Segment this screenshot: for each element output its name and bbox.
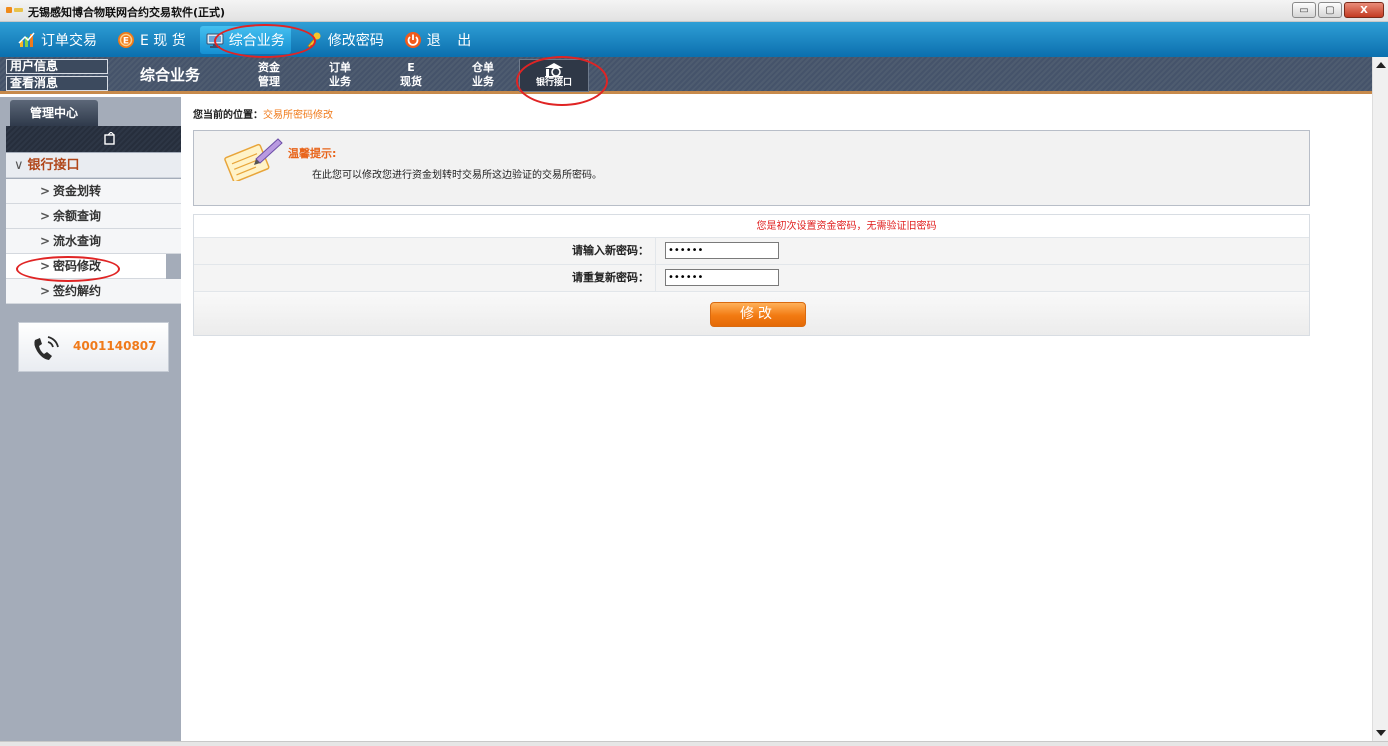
menu-item-label: 修改密码: [327, 32, 384, 49]
sidebar-toolbar: [6, 126, 181, 152]
sidebar-list: > 资金划转 > 余额查询 > 流水查询 > 密码修改 > 签约解约: [6, 179, 181, 304]
menu-item-label: 订单交易: [41, 32, 97, 49]
sidebar-group-label: 银行接口: [27, 158, 80, 173]
minimize-button[interactable]: ▭: [1292, 2, 1316, 18]
sidebar-item-label: 流水查询: [53, 234, 102, 248]
subnav-e-spot[interactable]: E 现货: [376, 61, 446, 91]
chevron-right-icon: >: [40, 284, 51, 298]
bottom-border: [0, 741, 1388, 746]
chevron-right-icon: >: [40, 259, 51, 273]
subnav-label-line1: 仓单: [472, 61, 494, 74]
tip-box: 温馨提示: 在此您可以修改您进行资金划转时交易所这边验证的交易所密码。: [193, 130, 1310, 206]
modify-button[interactable]: 修改: [710, 302, 806, 327]
monitor-icon: [206, 31, 224, 49]
subnav-label-line1: 订单: [329, 61, 351, 74]
menu-item-label: 综合业务: [228, 32, 285, 49]
collapse-icon[interactable]: [104, 132, 116, 145]
sidebar-item-label: 密码修改: [53, 259, 102, 273]
chevron-down-icon: ∨: [14, 158, 24, 173]
subnav-label-line2: 业务: [329, 75, 351, 88]
menu-item-order-trading[interactable]: 订单交易: [12, 26, 103, 54]
maximize-button[interactable]: ▢: [1318, 2, 1342, 18]
sidebar-item-password-change[interactable]: > 密码修改: [6, 254, 166, 279]
bank-icon: [545, 63, 563, 78]
subnav-label-line2: 现货: [400, 75, 422, 88]
close-button[interactable]: X: [1344, 2, 1384, 18]
sidebar-item-fund-transfer[interactable]: > 资金划转: [6, 179, 181, 204]
first-time-notice: 您是初次设置资金密码，无需验证旧密码: [194, 215, 1309, 238]
menu-item-change-password[interactable]: 修改密码: [299, 26, 390, 54]
chevron-right-icon: >: [40, 234, 51, 248]
subnav-order-business[interactable]: 订单 业务: [305, 61, 375, 91]
sidebar-item-label: 余额查询: [53, 209, 102, 223]
breadcrumb-current: 交易所密码修改: [263, 110, 333, 121]
menu-item-exit[interactable]: 退 出: [398, 26, 483, 54]
key-icon: [305, 31, 323, 49]
section-title: 综合业务: [140, 66, 201, 84]
power-icon: [404, 31, 422, 49]
subnav-fund-management[interactable]: 资金 管理: [234, 61, 304, 91]
hotline-box: 4001140807: [18, 322, 169, 372]
repeat-password-label: 请重复新密码：: [194, 265, 656, 291]
svg-text:E: E: [123, 36, 129, 46]
sub-navigation: 用户信息 查看消息 综合业务 资金 管理 订单 业务 E 现货 仓单 业务 银行…: [0, 57, 1372, 94]
scroll-up-arrow-icon[interactable]: [1376, 62, 1386, 68]
tip-title: 温馨提示:: [288, 147, 337, 160]
menu-item-comprehensive-business[interactable]: 综合业务: [199, 25, 291, 54]
sidebar-item-balance-query[interactable]: > 余额查询: [6, 204, 181, 229]
chevron-right-icon: >: [40, 184, 51, 198]
vertical-scrollbar[interactable]: [1372, 57, 1388, 741]
phone-icon: [34, 336, 59, 360]
form-button-row: 修改: [194, 292, 1309, 335]
menu-item-label: E 现 货: [140, 32, 186, 49]
subnav-label-line2: 业务: [472, 75, 494, 88]
title-bar: 无锡感知博合物联网合约交易软件(正式) ▭ ▢ X: [0, 0, 1388, 22]
user-box: 用户信息 查看消息: [6, 59, 108, 93]
repeat-password-row: 请重复新密码：: [194, 265, 1309, 292]
sidebar-tab-management-center[interactable]: 管理中心: [10, 100, 98, 126]
view-messages-button[interactable]: 查看消息: [6, 76, 108, 91]
hotline-number: 4001140807: [73, 339, 157, 353]
menu-item-label: 退 出: [426, 32, 478, 49]
sidebar-group-bank-interface[interactable]: ∨ 银行接口: [6, 153, 181, 178]
new-password-input[interactable]: [665, 242, 779, 259]
user-info-button[interactable]: 用户信息: [6, 59, 108, 74]
main-menu-bar: 订单交易 E E 现 货 综合业务 修改密码 退 出: [0, 22, 1388, 57]
scroll-down-arrow-icon[interactable]: [1376, 730, 1386, 736]
sidebar-item-label: 签约解约: [53, 284, 102, 298]
breadcrumb-label: 您当前的位置：: [193, 110, 263, 121]
window-title: 无锡感知博合物联网合约交易软件(正式): [28, 6, 226, 19]
e-circle-icon: E: [117, 31, 135, 49]
app-icon: [6, 7, 23, 13]
subnav-label-line1: E: [407, 61, 415, 74]
window-controls: ▭ ▢ X: [1292, 2, 1384, 18]
subnav-label-line1: 资金: [258, 61, 280, 74]
new-password-row: 请输入新密码：: [194, 238, 1309, 265]
new-password-label: 请输入新密码：: [194, 238, 656, 264]
sidebar-item-statement-query[interactable]: > 流水查询: [6, 229, 181, 254]
breadcrumb: 您当前的位置：交易所密码修改: [193, 106, 333, 121]
chevron-right-icon: >: [40, 209, 51, 223]
subnav-bank-interface[interactable]: 银行接口: [519, 59, 589, 92]
sidebar: 管理中心 ∨ 银行接口 > 资金划转 > 余额查询 > 流水查询 > 密码修改 > 签约解约…: [0, 97, 181, 741]
tip-text: 在此您可以修改您进行资金划转时交易所这边验证的交易所密码。: [312, 170, 602, 181]
chart-icon: [18, 31, 36, 49]
notepad-pencil-icon: [224, 138, 283, 181]
menu-item-e-spot[interactable]: E E 现 货: [111, 26, 192, 54]
repeat-password-input[interactable]: [665, 269, 779, 286]
password-form: 您是初次设置资金密码，无需验证旧密码 请输入新密码： 请重复新密码： 修改: [193, 214, 1310, 336]
subnav-warehouse-receipt[interactable]: 仓单 业务: [448, 61, 518, 91]
subnav-label-line2: 管理: [258, 75, 280, 88]
sidebar-item-sign-contract[interactable]: > 签约解约: [6, 279, 181, 304]
subnav-bank-label: 银行接口: [535, 78, 572, 88]
sidebar-item-label: 资金划转: [53, 184, 102, 198]
